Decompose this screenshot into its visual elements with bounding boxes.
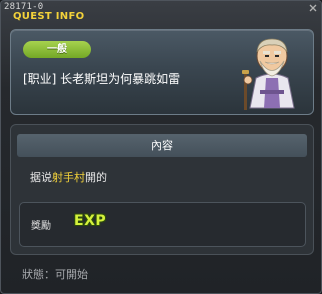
description-text-after: 開的 bbox=[85, 171, 107, 184]
quest-info-window: 28171-0 QUEST INFO 一般 [职业] 长老斯坦为何暴跳如雷 內容… bbox=[0, 0, 322, 294]
reward-label: 獎勵 bbox=[31, 221, 51, 232]
exp-reward-icon: EXP bbox=[74, 213, 107, 229]
quest-category-badge: 一般 bbox=[23, 41, 91, 58]
reward-box: 獎勵 EXP bbox=[19, 202, 306, 247]
description-location-link: 射手村 bbox=[52, 171, 85, 184]
quest-status: 狀態：可開始 bbox=[22, 268, 88, 281]
quest-name: [职业] 长老斯坦为何暴跳如雷 bbox=[23, 72, 181, 86]
description-text-before: 据说 bbox=[30, 171, 52, 184]
close-icon[interactable] bbox=[308, 3, 318, 13]
window-title: QUEST INFO bbox=[13, 11, 85, 22]
quest-content-panel: 內容 据说射手村開的 獎勵 EXP bbox=[10, 124, 314, 255]
elder-npc-portrait bbox=[242, 38, 295, 110]
content-heading: 內容 bbox=[17, 134, 307, 157]
quest-header-card: 一般 [职业] 长老斯坦为何暴跳如雷 bbox=[10, 29, 314, 115]
quest-description: 据说射手村開的 bbox=[30, 169, 107, 185]
